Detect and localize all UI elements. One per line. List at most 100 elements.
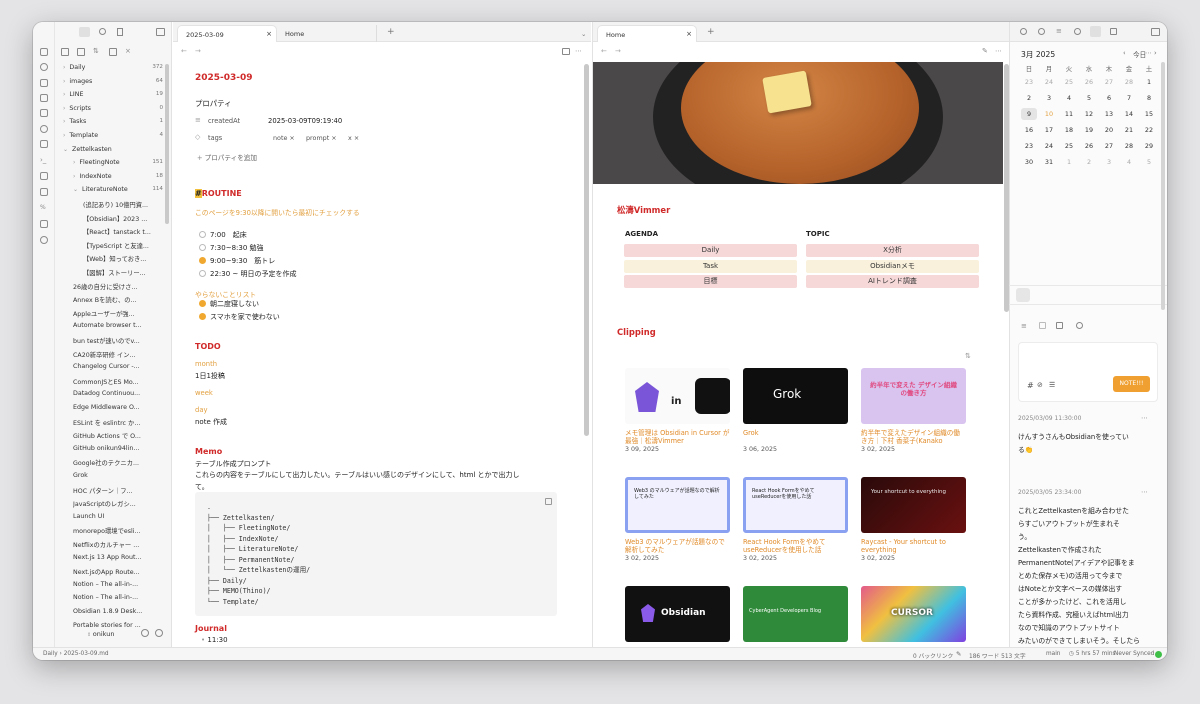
breadcrumb[interactable]: Daily › 2025-03-09.md [43, 651, 109, 657]
tree-item[interactable]: › LINE 19 [63, 91, 163, 101]
tree-item[interactable]: › Template 4 [63, 132, 163, 142]
calendar-day[interactable]: 11 [1061, 110, 1077, 118]
tree-item[interactable]: › Scripts 0 [63, 105, 163, 115]
tab-home[interactable]: Home [277, 25, 377, 42]
tag-pill[interactable]: prompt × [306, 134, 337, 142]
checkbox[interactable] [199, 231, 206, 238]
calendar-day[interactable]: 23 [1021, 78, 1037, 86]
calendar-day[interactable]: 22 [1141, 126, 1157, 134]
checkbox[interactable] [199, 300, 206, 307]
outgoing-links-icon[interactable] [1038, 28, 1045, 35]
right-sidebar-scrollbar[interactable] [1161, 62, 1165, 310]
tree-item[interactable]: Annex Bを読む、の... [73, 295, 163, 305]
calendar-day[interactable]: 24 [1041, 78, 1057, 86]
more-options-icon[interactable]: ⋯ [1141, 486, 1148, 499]
bookmark-icon[interactable] [40, 140, 48, 148]
clipping-card[interactable]: in メモ管理は Obsidian in Cursor が最強｜松濤Vimmer 3… [625, 368, 730, 453]
close-tab-icon[interactable]: × [266, 30, 272, 38]
outline-icon[interactable]: ≡ [1056, 27, 1062, 35]
tree-item[interactable]: HOC パターン｜フ... [73, 486, 163, 496]
sync-icon[interactable] [40, 63, 48, 71]
more-options-icon[interactable]: ⋯ [995, 47, 1002, 55]
calendar-day[interactable]: 24 [1041, 142, 1057, 150]
clipping-card[interactable]: Grok Grok 3 06, 2025 [743, 368, 848, 453]
calendar-day[interactable]: 17 [1041, 126, 1057, 134]
tree-item[interactable]: monorepo環境でesli... [73, 526, 163, 536]
percent-icon[interactable]: % [40, 204, 48, 212]
tree-item[interactable]: ⌄ LiteratureNote 114 [73, 186, 163, 196]
back-arrow-icon[interactable]: ← [601, 47, 607, 55]
tree-item[interactable]: bun testが速いのでv... [73, 336, 163, 346]
tab-home[interactable]: Home × [597, 25, 697, 42]
calendar-day[interactable]: 5 [1141, 158, 1157, 166]
calendar-today-button[interactable]: 今日 [1133, 49, 1146, 59]
chat-icon[interactable] [1039, 322, 1046, 329]
calendar-prev-icon[interactable]: ‹ [1123, 49, 1126, 57]
property-value-createdAt[interactable]: 2025-03-09T09:19:40 [268, 117, 342, 125]
new-tab-button[interactable]: + [379, 25, 403, 42]
history-icon[interactable] [1074, 28, 1081, 35]
copy-icon[interactable] [40, 109, 48, 117]
bookmarks-icon[interactable] [117, 28, 123, 36]
calendar-day[interactable]: 20 [1101, 126, 1117, 134]
calendar-day[interactable]: 23 [1021, 142, 1037, 150]
calendar-day[interactable]: 13 [1101, 110, 1117, 118]
tree-item[interactable]: Edge Middleware O... [73, 404, 163, 414]
calendar-day[interactable]: 25 [1061, 78, 1077, 86]
tree-item[interactable]: › FleetingNote 151 [73, 159, 163, 169]
tag-pill[interactable]: x × [348, 134, 359, 142]
checkbox[interactable] [199, 313, 206, 320]
tree-item[interactable]: 【図解】ストーリー... [83, 268, 163, 278]
tree-item[interactable]: Next.jsのApp Route... [73, 567, 163, 577]
tree-item[interactable]: 【Obsidian】2023 ... [83, 214, 163, 224]
tree-item[interactable]: GitHub onikun94lin... [73, 445, 163, 455]
new-note-icon[interactable] [61, 48, 69, 56]
tree-item[interactable]: CommonJSとES Mo... [73, 377, 163, 387]
calendar-day[interactable]: 12 [1081, 110, 1097, 118]
tree-item[interactable]: CA20新卒研修 イン... [73, 350, 163, 360]
folder-tab-icon[interactable] [79, 27, 90, 37]
clipping-card[interactable]: React Hook Formをやめて useReducerを使用した話 Reac… [743, 477, 848, 562]
new-note-icon[interactable] [40, 48, 48, 56]
forward-arrow-icon[interactable]: → [615, 47, 621, 55]
tree-item[interactable]: Obsidian 1.8.9 Desk... [73, 608, 163, 618]
calendar-day[interactable]: 6 [1101, 94, 1117, 102]
calendar-day[interactable]: 30 [1021, 158, 1037, 166]
tree-item[interactable]: 【React】tanstack t... [83, 227, 163, 237]
checkbox[interactable] [199, 257, 206, 264]
tree-item[interactable]: Automate browser t... [73, 322, 163, 332]
note-submit-button[interactable]: NOTE!!! [1113, 376, 1150, 392]
agenda-link[interactable]: Task [624, 259, 797, 273]
tree-item[interactable]: JavaScriptのレガシ... [73, 499, 163, 509]
agenda-link[interactable]: 目標 [624, 275, 797, 288]
help-icon[interactable] [141, 629, 149, 637]
left-scrollbar[interactable] [584, 64, 589, 436]
calendar-day[interactable]: 16 [1021, 126, 1037, 134]
settings-icon[interactable] [155, 629, 163, 637]
tree-item[interactable]: Notion – The all-in-... [73, 594, 163, 604]
thino-editor[interactable] [1018, 342, 1158, 402]
clipping-card[interactable]: Your shortcut to everything Raycast - You… [861, 477, 966, 562]
calendar-day[interactable]: 8 [1141, 94, 1157, 102]
tree-item[interactable]: ⌄ Zettelkasten [63, 146, 163, 156]
tree-item[interactable]: Appleユーザーが強... [73, 309, 163, 319]
home-icon[interactable] [40, 220, 48, 228]
lightbulb-icon[interactable] [40, 236, 48, 244]
tree-item[interactable]: ESLint を eslintrc か... [73, 418, 163, 428]
checkbox[interactable] [199, 244, 206, 251]
calendar-day[interactable]: 3 [1101, 158, 1117, 166]
tree-item[interactable]: Datadog Continuou... [73, 390, 163, 400]
tab-daily-note[interactable]: 2025-03-09 × [177, 25, 277, 42]
calendar-next-icon[interactable]: › [1154, 49, 1157, 57]
sidebar-toggle-icon[interactable] [156, 28, 165, 36]
calendar-day[interactable]: 21 [1121, 126, 1137, 134]
tree-item[interactable]: Next.js 13 App Rout... [73, 554, 163, 564]
calendar-day[interactable]: 3 [1041, 94, 1057, 102]
calendar-day[interactable]: 2 [1081, 158, 1097, 166]
forward-arrow-icon[interactable]: → [195, 47, 201, 55]
calendar-day[interactable]: 27 [1101, 78, 1117, 86]
list-icon[interactable]: ☰ [1049, 381, 1055, 389]
backlinks-icon[interactable] [1020, 28, 1027, 35]
calendar-tab-icon[interactable] [1090, 26, 1101, 37]
calendar-day[interactable]: 5 [1081, 94, 1097, 102]
